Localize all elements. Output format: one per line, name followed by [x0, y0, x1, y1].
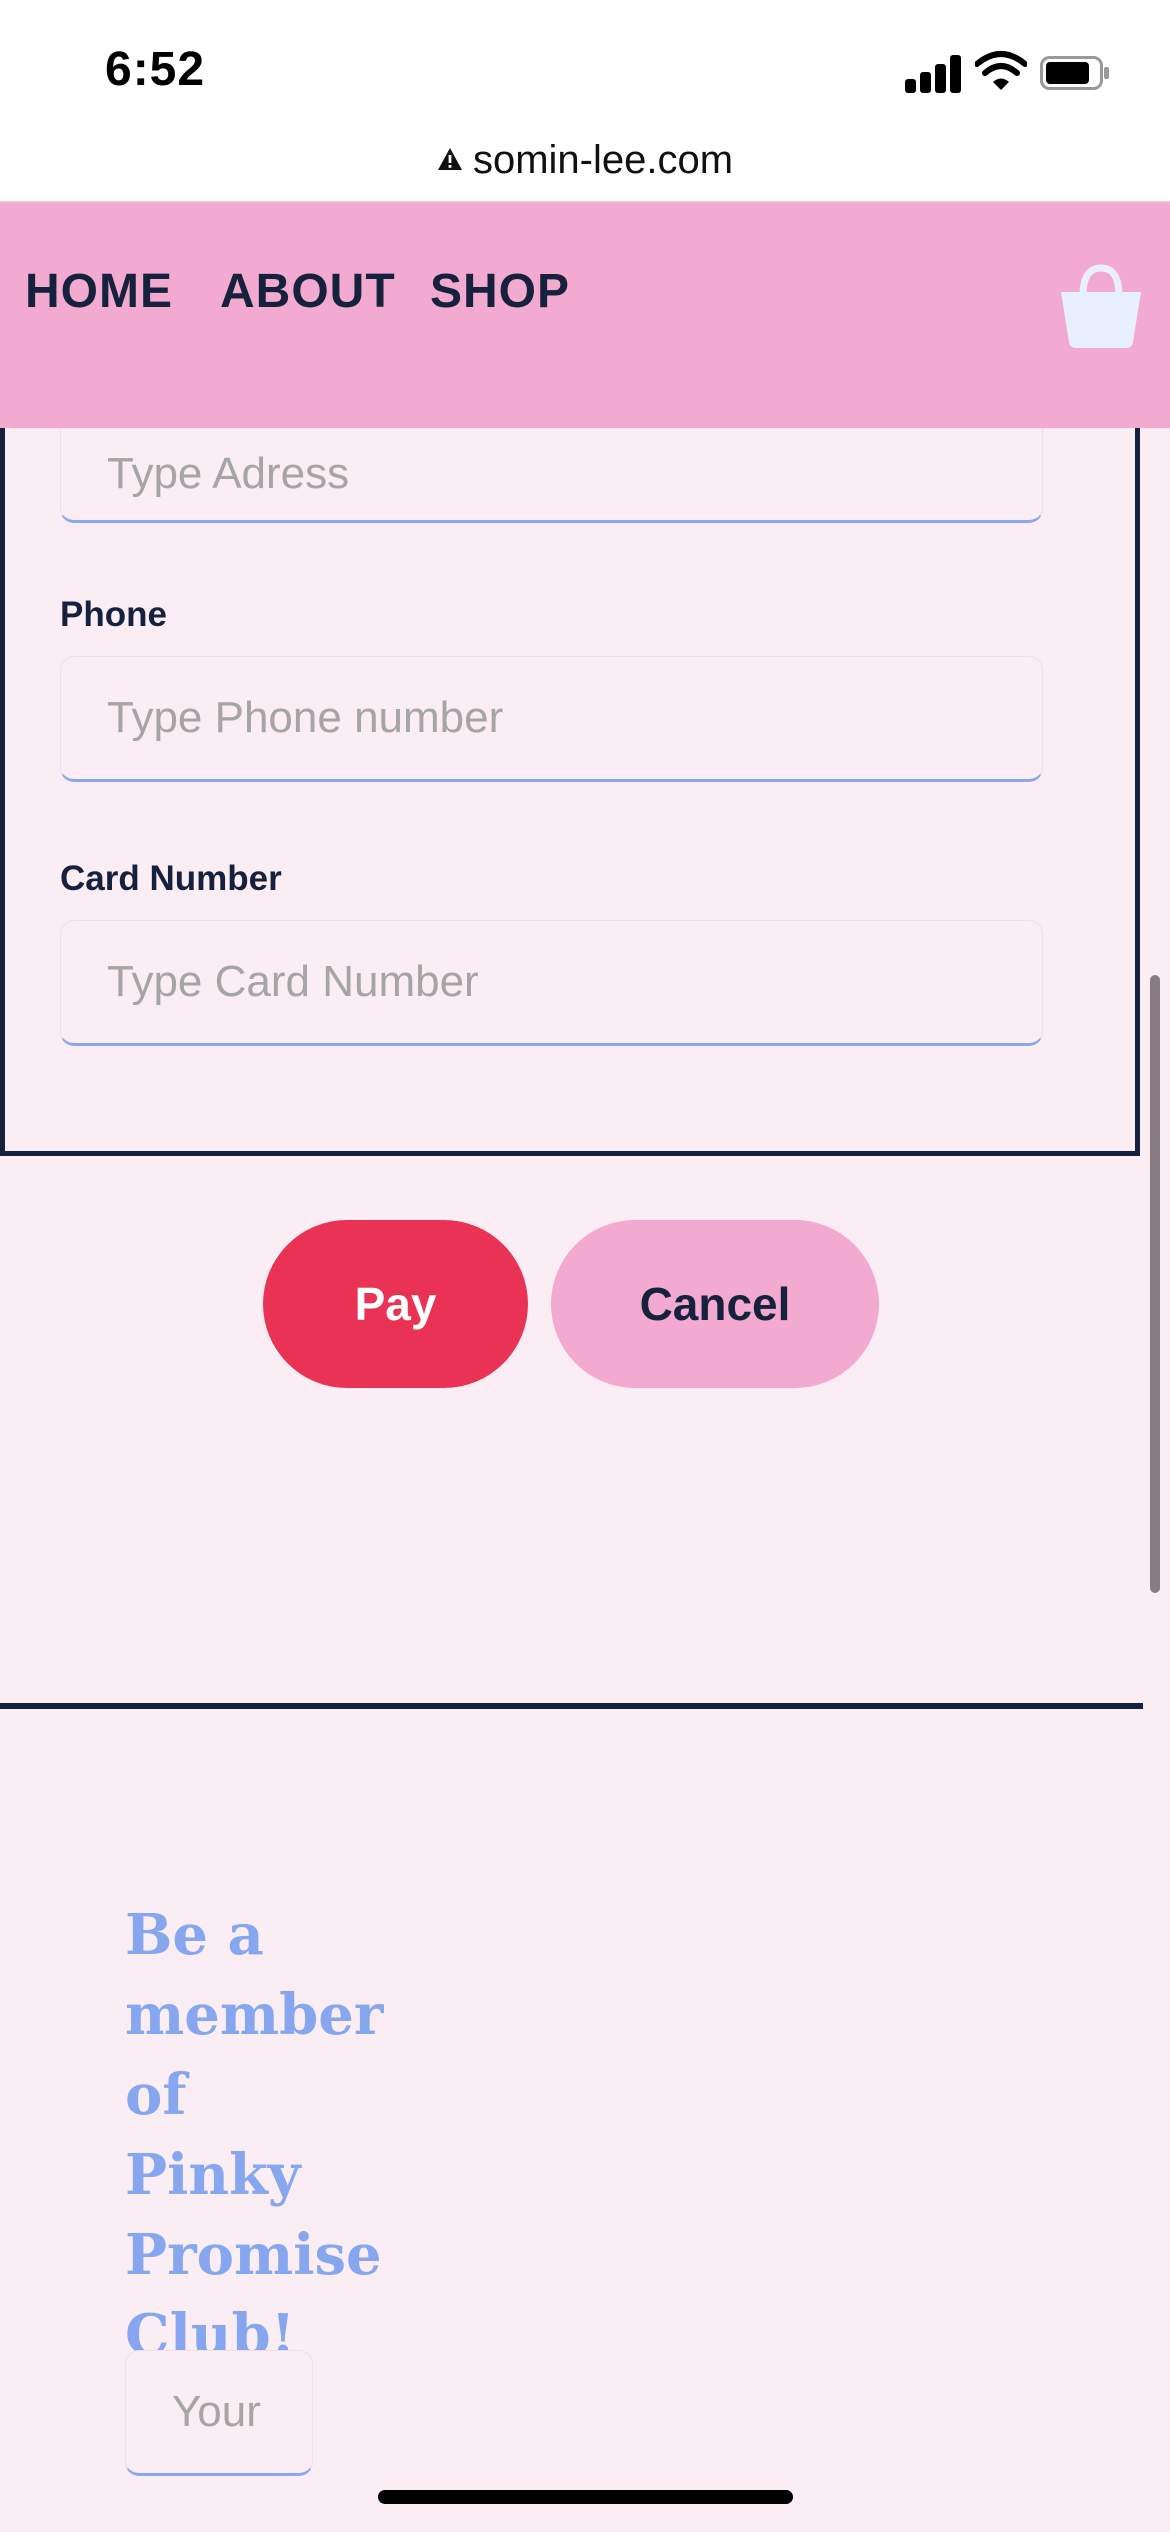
shopping-bag-icon[interactable] — [1055, 262, 1147, 352]
wifi-icon — [975, 51, 1027, 90]
nav-home-link[interactable]: HOME — [25, 264, 173, 319]
battery-icon — [1040, 56, 1109, 90]
card-number-label: Card Number — [60, 859, 282, 898]
home-indicator[interactable] — [378, 2490, 793, 2504]
nav-about-link[interactable]: ABOUT — [220, 264, 396, 319]
address-input[interactable] — [60, 428, 1043, 523]
site-header: HOME ABOUT SHOP — [0, 202, 1170, 428]
nav-shop-link[interactable]: SHOP — [430, 264, 570, 319]
phone-input[interactable] — [60, 656, 1043, 782]
warning-icon — [437, 148, 462, 171]
card-number-input[interactable] — [60, 920, 1043, 1046]
signal-icon — [905, 55, 961, 93]
page-scrollbar[interactable] — [1150, 975, 1160, 1593]
url-bar[interactable]: somin-lee.com — [0, 135, 1170, 203]
status-time: 6:52 — [105, 43, 206, 96]
url-text: somin-lee.com — [472, 138, 734, 182]
newsletter-input[interactable] — [125, 2350, 313, 2476]
section-divider — [0, 1703, 1143, 1709]
phone-label: Phone — [60, 595, 167, 634]
checkout-form: Phone Card Number — [0, 428, 1140, 1156]
status-bar: 6:52 — [0, 0, 1170, 135]
newsletter-title: Be a member of Pinky Promise Club! — [125, 1902, 384, 2368]
cancel-button[interactable]: Cancel — [551, 1220, 879, 1388]
pay-button[interactable]: Pay — [263, 1220, 528, 1388]
